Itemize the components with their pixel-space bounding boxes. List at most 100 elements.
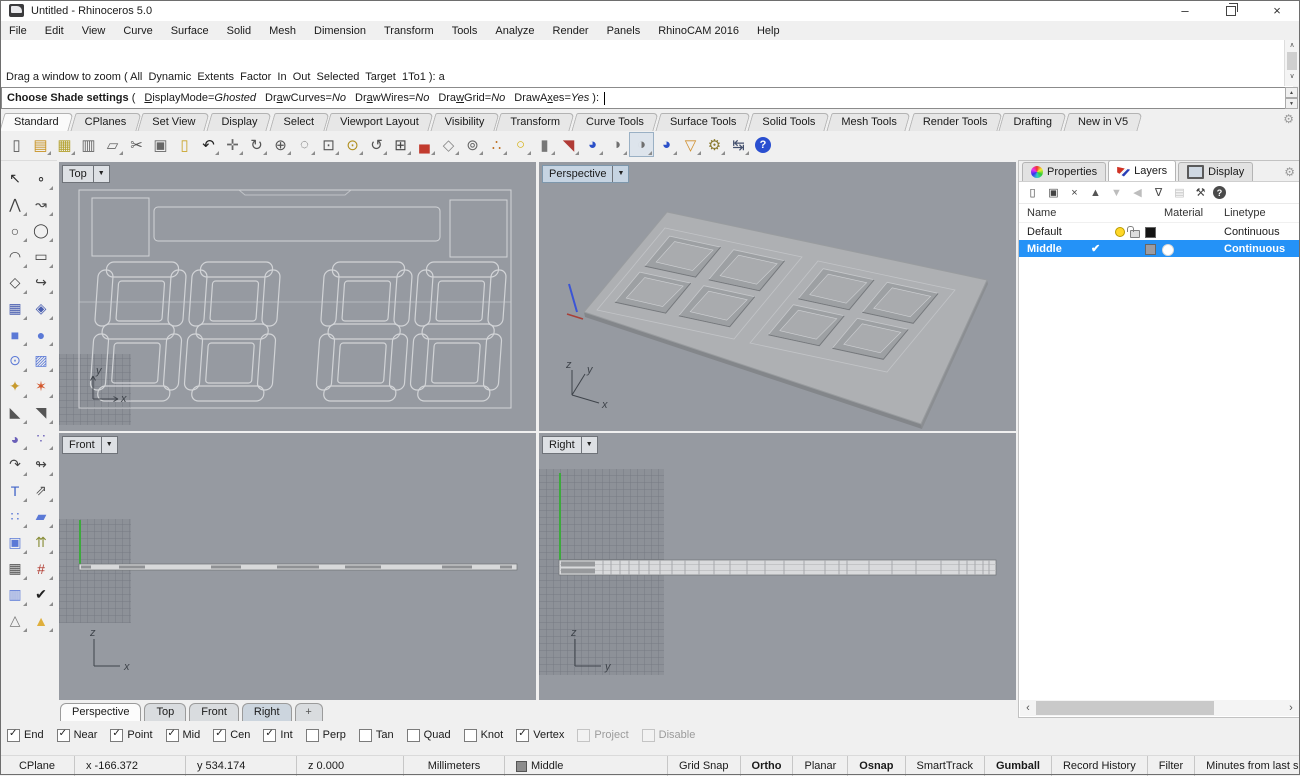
viewport-tab[interactable]: Front [189, 703, 239, 721]
layer-on-bulb-icon[interactable] [1115, 227, 1125, 237]
radius-icon[interactable]: ⊚ [461, 133, 484, 156]
panel-help-icon[interactable]: ? [1213, 186, 1226, 199]
checkbox[interactable] [406, 728, 420, 742]
status-item[interactable]: Osnap [848, 756, 906, 776]
status-item[interactable]: Minutes from last save: 71 [1195, 756, 1300, 776]
scroll-up-icon[interactable]: ∧ [1285, 40, 1299, 51]
menu-item[interactable]: Panels [598, 23, 650, 39]
zoom-window-icon[interactable]: ⊡ [317, 133, 340, 156]
viewport-tab[interactable]: Top [144, 703, 187, 721]
polyline-tool[interactable]: ⋀ [3, 192, 28, 217]
toolbar-tab[interactable]: Surface Tools [658, 113, 748, 131]
tab-layers[interactable]: Layers [1108, 160, 1177, 181]
command-spinner[interactable]: ▲ ▼ [1285, 87, 1298, 109]
render-full-icon[interactable]: ◕ [655, 133, 678, 156]
menu-item[interactable]: Curve [114, 23, 161, 39]
render-icon[interactable]: ◕ [581, 133, 604, 156]
viewport-tab[interactable]: Right [241, 703, 292, 721]
control-point-curve-tool[interactable]: ↝ [29, 192, 54, 217]
blend-tool[interactable]: ◕ [3, 426, 28, 451]
status-item[interactable]: Gumball [985, 756, 1052, 776]
paste-icon[interactable]: ▯ [173, 133, 196, 156]
rectangle-tool[interactable]: ▭ [29, 244, 54, 269]
command-history[interactable]: Drag a window to zoom ( All Dynamic Exte… [1, 40, 1293, 88]
cut-icon[interactable]: ✂ [125, 133, 148, 156]
toolbar-tab[interactable]: Render Tools [911, 113, 1000, 131]
menu-item[interactable]: Help [748, 23, 789, 39]
open-file-icon[interactable]: ▤ [29, 133, 52, 156]
deform-surface-tool[interactable]: ▦ [3, 296, 28, 321]
toolbar-tab[interactable]: Drafting [1001, 113, 1064, 131]
checkbox[interactable] [358, 728, 372, 742]
spin-up-icon[interactable]: ▲ [1285, 87, 1298, 98]
collapse-icon[interactable]: ◀ [1129, 185, 1146, 201]
render-preview-icon[interactable]: ◑ [605, 133, 628, 156]
command-prompt[interactable]: Choose Shade settings ( DisplayMode=Ghos… [1, 87, 1296, 109]
extrude-tool[interactable]: ⇈ [29, 530, 54, 555]
scroll-down-icon[interactable]: ∨ [1285, 71, 1299, 82]
move-up-icon[interactable]: ▲ [1087, 185, 1104, 201]
lock-icon[interactable]: ▮ [533, 133, 556, 156]
prompt-option[interactable]: DisplayMode=Ghosted [144, 92, 256, 104]
surface-corner-tool[interactable]: ◈ [29, 296, 54, 321]
status-item[interactable]: Planar [793, 756, 849, 776]
layer-name[interactable]: Default [1027, 226, 1062, 238]
checkbox[interactable] [165, 728, 179, 742]
viewport-right-label[interactable]: Right ▼ [542, 436, 598, 454]
print-icon[interactable]: ▥ [77, 133, 100, 156]
options-gear-icon[interactable]: ⚙ [703, 133, 726, 156]
checkbox[interactable] [110, 728, 124, 742]
toolbar-tab[interactable]: Transform [498, 113, 572, 131]
select-tool[interactable]: ↖ [3, 166, 28, 191]
status-item[interactable]: Ortho [741, 756, 794, 776]
tools-icon[interactable]: ⚒ [1192, 185, 1209, 201]
new-layer-icon[interactable]: ▯ [1024, 185, 1041, 201]
osnap-toggle[interactable]: Point [110, 728, 153, 742]
offset-points-tool[interactable]: ∵ [29, 426, 54, 451]
layer-name[interactable]: Middle [1027, 243, 1062, 255]
panel-horizontal-scrollbar[interactable]: ‹ › [1020, 700, 1299, 716]
menu-item[interactable]: RhinoCAM 2016 [649, 23, 748, 39]
restore-button[interactable] [1208, 0, 1254, 21]
menu-item[interactable]: Tools [443, 23, 487, 39]
panel-gear-icon[interactable]: ⚙ [1284, 165, 1295, 179]
zoom-selected-icon[interactable]: ⊙ [341, 133, 364, 156]
checkbox[interactable] [463, 728, 477, 742]
move-down-icon[interactable]: ▼ [1108, 185, 1125, 201]
arc-tool[interactable]: ◠ [3, 244, 28, 269]
toolbar-tab[interactable]: Solid Tools [750, 113, 827, 131]
scroll-left-icon[interactable]: ‹ [1020, 702, 1036, 714]
status-item[interactable]: Filter [1148, 756, 1196, 776]
layer-row[interactable]: Default ✔ Continuous [1019, 223, 1300, 240]
close-button[interactable]: × [1254, 0, 1300, 21]
tab-properties[interactable]: Properties [1022, 162, 1107, 181]
status-item[interactable]: x -166.372 [75, 756, 186, 776]
help-icon[interactable]: ? [755, 136, 771, 153]
explode-tool[interactable]: ✶ [29, 374, 54, 399]
status-item[interactable]: z 0.000 [297, 756, 404, 776]
ellipse-tool[interactable]: ◯ [29, 218, 54, 243]
delete-layer-icon[interactable]: × [1066, 185, 1083, 201]
checkbox[interactable] [7, 728, 20, 742]
prompt-option[interactable]: DrawGrid=No [438, 92, 505, 104]
menu-item[interactable]: Dimension [305, 23, 375, 39]
menu-item[interactable]: Analyze [486, 23, 543, 39]
undo-view-icon[interactable]: ↺ [365, 133, 388, 156]
viewport-perspective[interactable]: Perspective ▼ z y x [539, 162, 1016, 431]
polygon-tool[interactable]: ◇ [3, 270, 28, 295]
status-item[interactable]: Record History [1052, 756, 1148, 776]
adjust-curve-tool[interactable]: ↷ [3, 452, 28, 477]
status-item[interactable]: Grid Snap [668, 756, 741, 776]
osnap-toggle[interactable]: Project [577, 728, 629, 742]
menu-item[interactable]: File [0, 23, 36, 39]
add-viewport-tab-button[interactable]: + [294, 703, 323, 721]
toolbar-tab[interactable]: Viewport Layout [328, 113, 431, 131]
prompt-option[interactable]: DrawCurves=No [265, 92, 346, 104]
tab-display[interactable]: Display [1178, 162, 1254, 181]
menu-item[interactable]: Edit [36, 23, 73, 39]
report-icon[interactable]: ▤ [1171, 185, 1188, 201]
boolean-union-tool[interactable]: ✦ [3, 374, 28, 399]
menu-item[interactable]: Render [544, 23, 598, 39]
status-item[interactable]: SmartTrack [906, 756, 985, 776]
save-file-icon[interactable]: ▦ [53, 133, 76, 156]
